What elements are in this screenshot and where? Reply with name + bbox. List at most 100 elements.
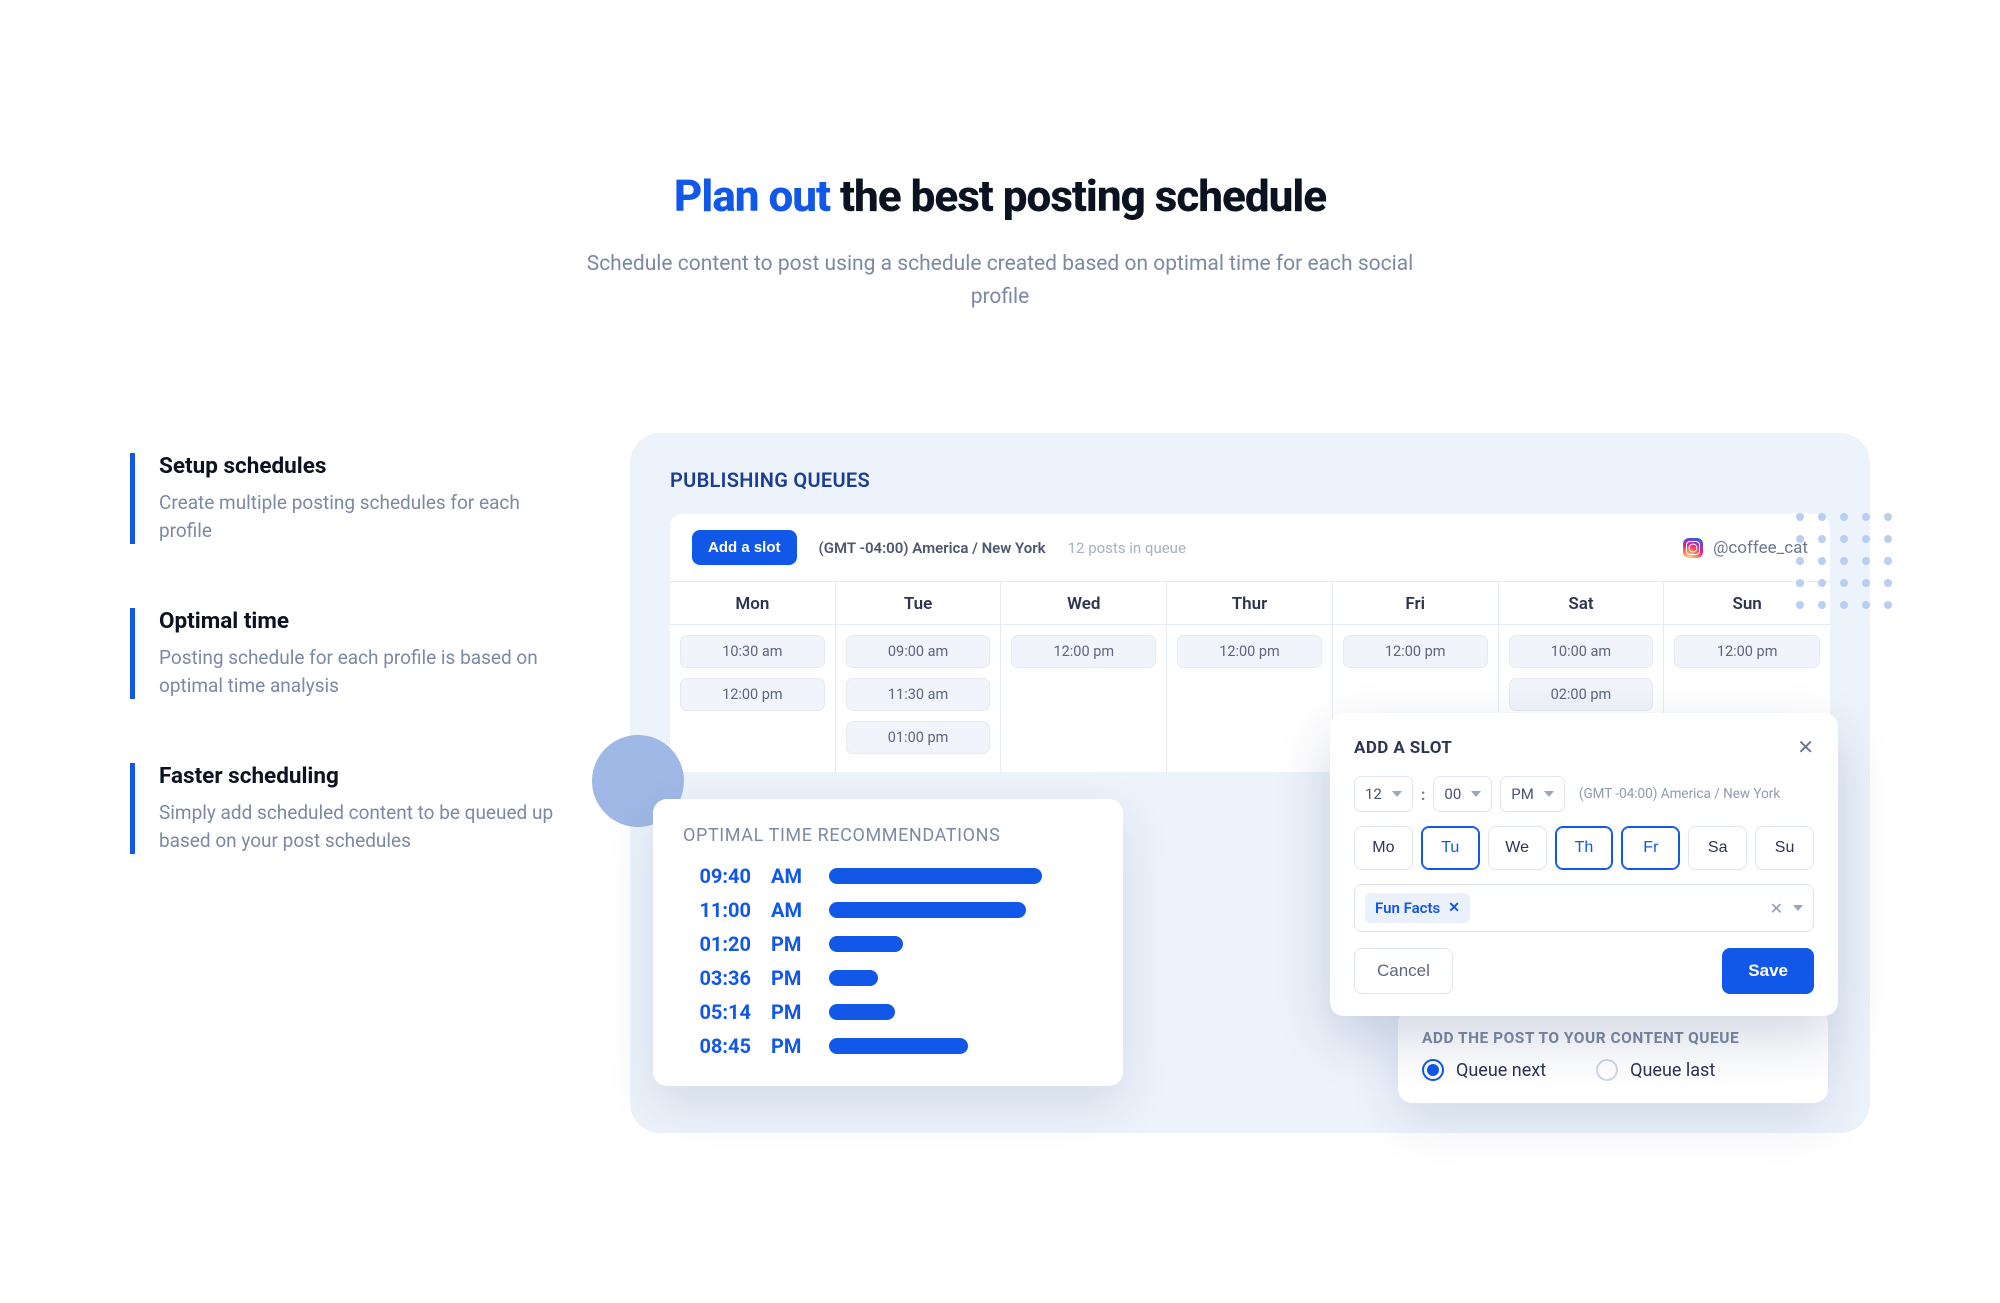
- dots-decoration: [1796, 513, 1892, 609]
- optimal-ampm: AM: [771, 898, 809, 922]
- add-slot-button[interactable]: Add a slot: [692, 530, 797, 565]
- day-toggle-tu[interactable]: Tu: [1421, 826, 1480, 870]
- queue-next-radio[interactable]: Queue next: [1422, 1059, 1546, 1081]
- chevron-down-icon: [1544, 791, 1554, 797]
- time-slot-chip[interactable]: 12:00 pm: [1177, 635, 1322, 668]
- optimal-time: 11:00: [683, 898, 751, 922]
- optimal-ampm: AM: [771, 864, 809, 888]
- radio-icon: [1596, 1059, 1618, 1081]
- optimal-title: OPTIMAL TIME RECOMMENDATIONS: [683, 825, 1093, 846]
- optimal-time: 01:20: [683, 932, 751, 956]
- time-slot-chip[interactable]: 02:00 pm: [1509, 678, 1654, 711]
- time-slot-chip[interactable]: 01:00 pm: [846, 721, 991, 754]
- optimal-time: 09:40: [683, 864, 751, 888]
- day-header: Fri: [1333, 582, 1498, 625]
- feature-desc: Simply add scheduled content to be queue…: [159, 799, 560, 854]
- save-button[interactable]: Save: [1722, 948, 1814, 994]
- page-subtitle: Schedule content to post using a schedul…: [560, 248, 1440, 313]
- feature-faster-scheduling: Faster scheduling Simply add scheduled c…: [130, 763, 560, 854]
- optimal-bar: [829, 936, 903, 952]
- publishing-queues-panel: PUBLISHING QUEUES Add a slot (GMT -04:00…: [630, 433, 1870, 1133]
- day-column: Tue 09:00 am 11:30 am 01:00 pm: [836, 582, 1002, 772]
- day-buttons: MoTuWeThFrSaSu: [1354, 826, 1814, 870]
- queue-last-radio[interactable]: Queue last: [1596, 1059, 1715, 1081]
- time-slot-chip[interactable]: 10:30 am: [680, 635, 825, 668]
- day-toggle-su[interactable]: Su: [1755, 826, 1814, 870]
- chevron-down-icon: [1471, 791, 1481, 797]
- optimal-time-row: 01:20 PM: [683, 932, 1093, 956]
- remove-tag-icon[interactable]: ✕: [1448, 900, 1460, 916]
- radio-label: Queue last: [1630, 1060, 1715, 1081]
- instagram-icon: [1683, 538, 1703, 558]
- feature-desc: Posting schedule for each profile is bas…: [159, 644, 560, 699]
- optimal-recommendations-card: OPTIMAL TIME RECOMMENDATIONS 09:40AM11:0…: [653, 799, 1123, 1086]
- chevron-down-icon[interactable]: [1793, 905, 1803, 911]
- time-slot-chip[interactable]: 11:30 am: [846, 678, 991, 711]
- hour-select[interactable]: 12: [1354, 776, 1413, 812]
- feature-title: Setup schedules: [159, 453, 560, 479]
- feature-optimal-time: Optimal time Posting schedule for each p…: [130, 608, 560, 699]
- profile-handle[interactable]: @coffee_cat: [1683, 538, 1808, 558]
- day-column: Mon10:30 am12:00 pm: [670, 582, 836, 772]
- ampm-select[interactable]: PM: [1500, 776, 1565, 812]
- day-column: Wed 12:00 pm: [1001, 582, 1167, 772]
- day-toggle-th[interactable]: Th: [1555, 826, 1614, 870]
- feature-title: Optimal time: [159, 608, 560, 634]
- day-header: Wed: [1001, 582, 1166, 625]
- day-toggle-mo[interactable]: Mo: [1354, 826, 1413, 870]
- optimal-time-row: 11:00 AM: [683, 898, 1093, 922]
- feature-title: Faster scheduling: [159, 763, 560, 789]
- day-toggle-we[interactable]: We: [1488, 826, 1547, 870]
- day-header: Tue: [836, 582, 1001, 625]
- optimal-time: 05:14: [683, 1000, 751, 1024]
- optimal-time: 08:45: [683, 1034, 751, 1058]
- optimal-bar: [829, 1004, 895, 1020]
- feature-desc: Create multiple posting schedules for ea…: [159, 489, 560, 544]
- page-title: Plan out the best posting schedule: [130, 170, 1870, 222]
- time-slot-chip[interactable]: 12:00 pm: [680, 678, 825, 711]
- day-toggle-sa[interactable]: Sa: [1688, 826, 1747, 870]
- queue-position-card: ADD THE POST TO YOUR CONTENT QUEUE Queue…: [1398, 1009, 1828, 1103]
- optimal-bar: [829, 970, 878, 986]
- day-header: Thur: [1167, 582, 1332, 625]
- time-slot-chip[interactable]: 12:00 pm: [1674, 635, 1820, 668]
- handle-text: @coffee_cat: [1713, 538, 1808, 558]
- queue-position-title: ADD THE POST TO YOUR CONTENT QUEUE: [1422, 1029, 1804, 1047]
- close-icon[interactable]: ✕: [1797, 735, 1814, 760]
- feature-setup-schedules: Setup schedules Create multiple posting …: [130, 453, 560, 544]
- optimal-bar: [829, 868, 1042, 884]
- radio-label: Queue next: [1456, 1060, 1546, 1081]
- optimal-time: 03:36: [683, 966, 751, 990]
- optimal-time-row: 03:36 PM: [683, 966, 1093, 990]
- addslot-timezone: (GMT -04:00) America / New York: [1579, 786, 1780, 802]
- add-slot-title: ADD A SLOT: [1354, 738, 1452, 758]
- chevron-down-icon: [1392, 791, 1402, 797]
- clear-tags-icon[interactable]: ✕: [1770, 899, 1783, 918]
- add-slot-modal: ADD A SLOT ✕ 12 : 00 PM (GMT -04:00) Ame…: [1330, 713, 1838, 1016]
- panel-title: PUBLISHING QUEUES: [670, 468, 1830, 492]
- tag-chip[interactable]: Fun Facts ✕: [1365, 893, 1470, 923]
- optimal-time-row: 08:45 PM: [683, 1034, 1093, 1058]
- features-list: Setup schedules Create multiple posting …: [130, 433, 560, 1133]
- time-slot-chip[interactable]: 10:00 am: [1509, 635, 1654, 668]
- optimal-ampm: PM: [771, 932, 809, 956]
- queue-count: 12 posts in queue: [1068, 539, 1186, 557]
- time-slot-chip[interactable]: 12:00 pm: [1343, 635, 1488, 668]
- tag-select[interactable]: Fun Facts ✕ ✕: [1354, 884, 1814, 932]
- optimal-time-row: 05:14 PM: [683, 1000, 1093, 1024]
- time-slot-chip[interactable]: 12:00 pm: [1011, 635, 1156, 668]
- optimal-ampm: PM: [771, 1000, 809, 1024]
- time-colon: :: [1421, 785, 1426, 804]
- day-toggle-fr[interactable]: Fr: [1621, 826, 1680, 870]
- time-slot-chip[interactable]: 09:00 am: [846, 635, 991, 668]
- day-column: Thur 12:00 pm: [1167, 582, 1333, 772]
- optimal-ampm: PM: [771, 966, 809, 990]
- timezone-text: (GMT -04:00) America / New York: [819, 539, 1046, 557]
- optimal-bar: [829, 1038, 968, 1054]
- day-header: Sat: [1499, 582, 1664, 625]
- cancel-button[interactable]: Cancel: [1354, 948, 1453, 994]
- minute-select[interactable]: 00: [1433, 776, 1492, 812]
- optimal-time-row: 09:40 AM: [683, 864, 1093, 888]
- optimal-ampm: PM: [771, 1034, 809, 1058]
- title-accent: Plan out: [674, 170, 830, 222]
